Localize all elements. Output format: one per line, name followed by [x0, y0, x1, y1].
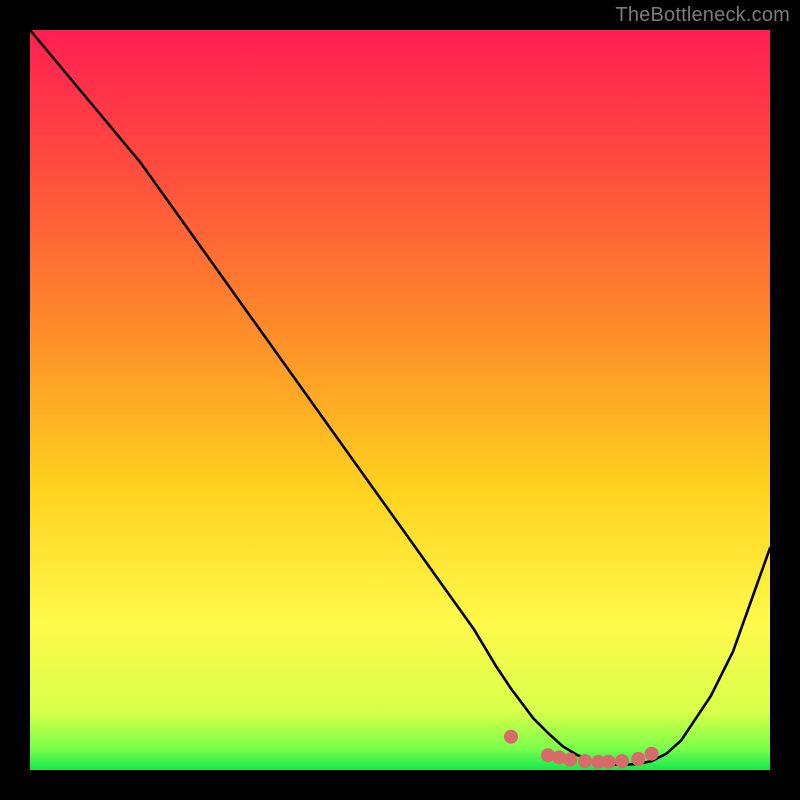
highlight-dot: [563, 753, 577, 767]
highlight-dot: [645, 747, 659, 761]
highlight-dot: [602, 755, 616, 769]
plot-area: [30, 30, 770, 770]
highlight-dot: [615, 754, 629, 768]
highlight-dot: [504, 730, 518, 744]
highlight-dot: [578, 754, 592, 768]
chart-canvas: TheBottleneck.com: [0, 0, 800, 800]
highlight-dot: [631, 752, 645, 766]
attribution-text: TheBottleneck.com: [615, 4, 790, 27]
chart-background: [30, 30, 770, 770]
chart-svg: [30, 30, 770, 770]
